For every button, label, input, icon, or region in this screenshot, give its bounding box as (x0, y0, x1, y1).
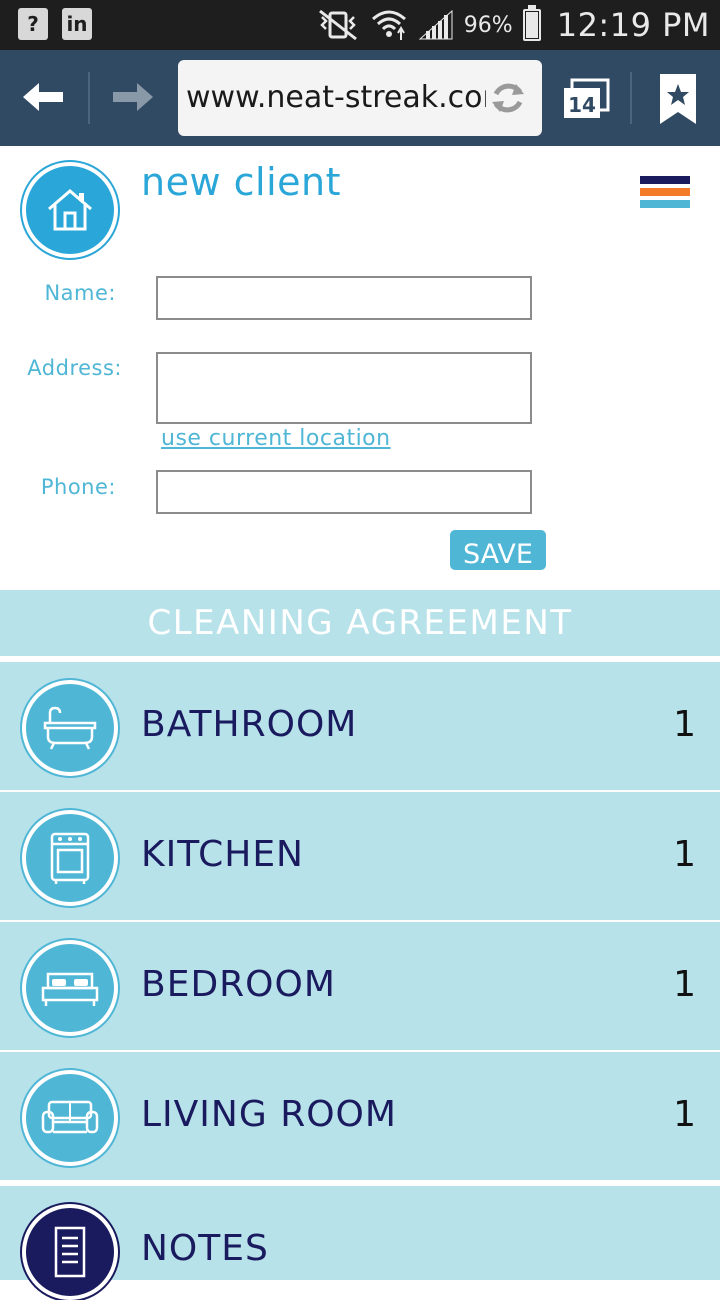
menu-stripe-navy (640, 176, 690, 184)
toolbar-divider (88, 72, 90, 124)
notification-icons: ? in (18, 8, 92, 40)
room-row-bathroom[interactable]: BATHROOM 1 (0, 662, 720, 790)
save-button[interactable]: SAVE (450, 530, 546, 570)
sofa-icon (22, 1070, 118, 1166)
battery-percent: 96% (463, 12, 513, 38)
cleaning-agreement-header: CLEANING AGREEMENT (0, 590, 720, 656)
bookmarks-button[interactable] (656, 72, 700, 126)
name-label: Name: (44, 281, 116, 305)
system-status: 96% 12:19 PM (316, 0, 710, 50)
clock: 12:19 PM (556, 6, 710, 44)
arrow-left-icon (23, 83, 63, 111)
phone-label: Phone: (40, 475, 116, 499)
arrow-right-icon (113, 83, 153, 111)
menu-button[interactable] (640, 176, 690, 226)
room-count: 1 (673, 704, 696, 745)
menu-stripe-blue (640, 200, 690, 208)
bookmark-star-icon (660, 74, 696, 124)
room-label: LIVING ROOM (141, 1094, 397, 1135)
house-logo (22, 162, 118, 258)
notes-row[interactable]: NOTES (0, 1186, 720, 1300)
tabs-button[interactable]: 14 (560, 76, 612, 124)
room-count: 1 (673, 964, 696, 1005)
room-label: BEDROOM (141, 964, 336, 1005)
room-count: 1 (673, 834, 696, 875)
linkedin-notification-icon: in (62, 8, 92, 40)
room-label: KITCHEN (141, 834, 304, 875)
page-title: new client (141, 160, 341, 204)
tabs-icon: 14 (564, 78, 610, 118)
use-current-location-link[interactable]: use current location (161, 426, 391, 451)
stove-icon (22, 810, 118, 906)
url-text: www.neat-streak.com (186, 80, 486, 115)
battery-icon (522, 5, 541, 41)
address-label: Address: (27, 356, 122, 380)
notes-icon (22, 1204, 118, 1300)
room-row-living-room[interactable]: LIVING ROOM 1 (0, 1052, 720, 1180)
phone-field[interactable] (156, 470, 532, 514)
room-count: 1 (673, 1094, 696, 1135)
menu-stripe-orange (640, 188, 690, 196)
address-bar[interactable]: www.neat-streak.com (178, 60, 542, 136)
bathtub-icon (22, 680, 118, 776)
room-row-bedroom[interactable]: BEDROOM 1 (0, 922, 720, 1050)
forward-button[interactable] (108, 74, 158, 120)
wifi-icon (371, 10, 406, 40)
reload-icon[interactable] (488, 78, 528, 118)
notes-label: NOTES (141, 1228, 269, 1269)
tab-count: 14 (568, 93, 596, 117)
browser-toolbar: www.neat-streak.com 14 (0, 50, 720, 146)
vibrate-mute-icon (318, 9, 357, 41)
help-notification-icon: ? (18, 8, 48, 40)
toolbar-divider (630, 72, 632, 124)
address-field[interactable] (156, 352, 532, 424)
house-icon (48, 189, 92, 231)
bed-icon (22, 940, 118, 1036)
room-label: BATHROOM (141, 704, 358, 745)
signal-icon (418, 9, 453, 40)
name-field[interactable] (156, 276, 532, 320)
back-button[interactable] (18, 74, 68, 120)
status-bar: ? in 96% 12:19 PM (0, 0, 720, 50)
room-row-kitchen[interactable]: KITCHEN 1 (0, 792, 720, 920)
